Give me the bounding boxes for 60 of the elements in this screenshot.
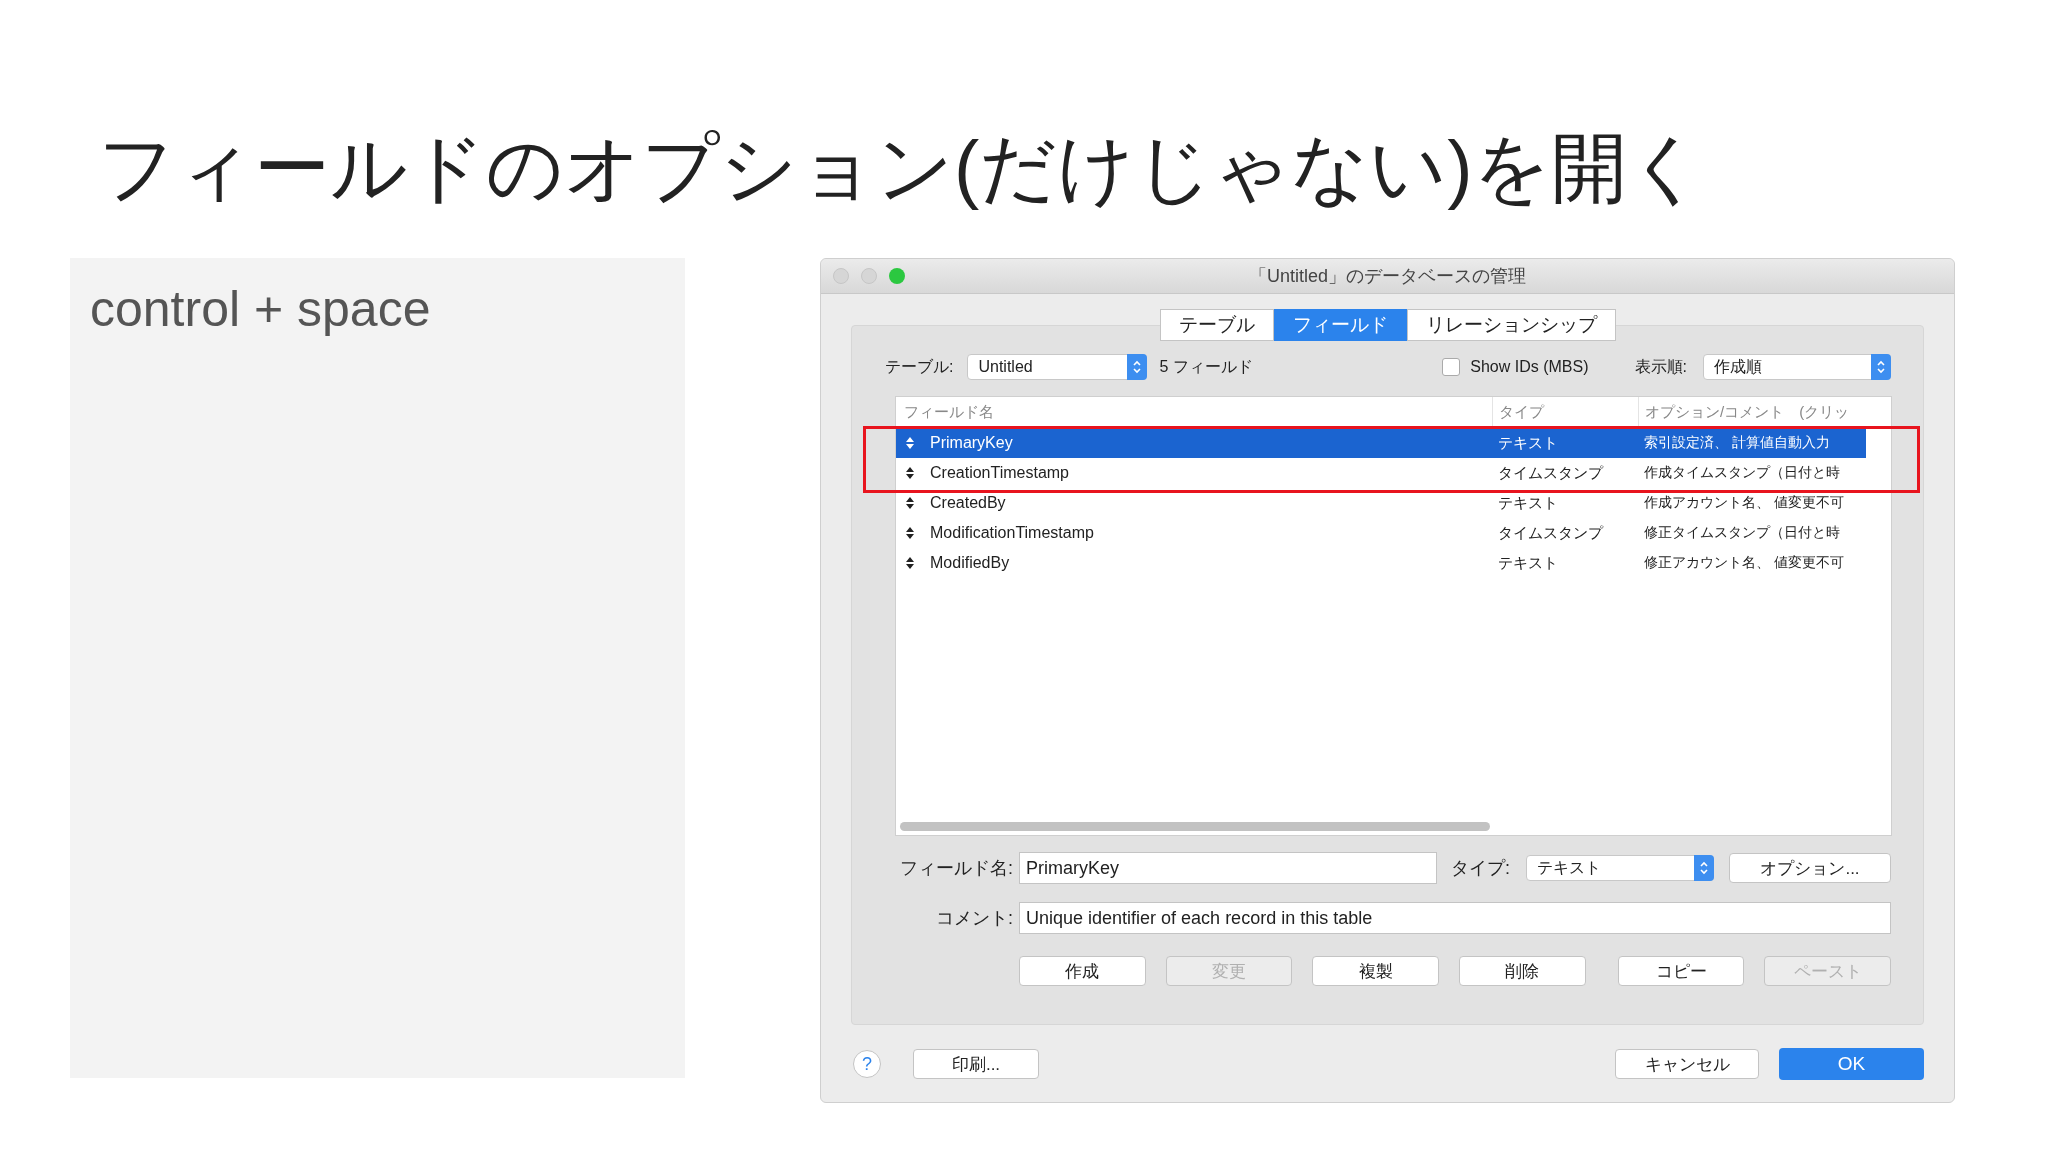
field-type: テキスト — [1497, 433, 1560, 453]
field-name-input[interactable]: PrimaryKey — [1019, 852, 1437, 884]
field-name: ModificationTimestamp — [930, 524, 1095, 542]
column-header[interactable]: オプション/コメント (クリッ — [1639, 397, 1867, 427]
field-options: 修正タイムスタンプ（日付と時 — [1638, 524, 1866, 542]
tab[interactable]: テーブル — [1159, 309, 1274, 341]
field-count: 5 フィールド — [1159, 356, 1253, 377]
comment-input[interactable]: Unique identifier of each record in this table — [1019, 902, 1891, 934]
table-label: テーブル: — [885, 356, 954, 377]
action-button[interactable]: 複製 — [1312, 956, 1439, 986]
field-options: 作成アカウント名、 値変更不可 — [1638, 494, 1866, 512]
field-type: タイムスタンプ — [1497, 463, 1605, 483]
scrollbar-thumb[interactable] — [900, 821, 1490, 831]
field-options: 索引設定済、 計算値自動入力 — [1638, 434, 1866, 452]
field-options: 修正アカウント名、 値変更不可 — [1638, 554, 1866, 572]
field-name: CreationTimestamp — [930, 464, 1070, 482]
type-select[interactable]: テキスト — [1526, 855, 1714, 881]
field-options: 作成タイムスタンプ（日付と時 — [1638, 464, 1866, 482]
type-label: タイプ: — [1451, 857, 1510, 880]
tab[interactable]: フィールド — [1273, 309, 1407, 341]
cancel-button[interactable]: キャンセル — [1615, 1049, 1759, 1079]
field-name: PrimaryKey — [930, 434, 1014, 452]
tab[interactable]: リレーションシップ — [1406, 309, 1616, 341]
drag-handle-icon[interactable] — [906, 467, 914, 479]
note-text: control + space — [90, 281, 431, 337]
drag-handle-icon[interactable] — [906, 497, 914, 509]
comment-label: コメント: — [935, 907, 1013, 930]
options-button[interactable]: オプション... — [1729, 853, 1891, 883]
field-name-label: フィールド名: — [899, 857, 1013, 880]
action-button[interactable]: コピー — [1617, 956, 1745, 986]
sort-select[interactable]: 作成順 — [1703, 354, 1891, 380]
field-row[interactable]: ModifiedBy テキスト 修正アカウント名、 値変更不可 — [896, 548, 1866, 578]
drag-handle-icon[interactable] — [906, 557, 914, 569]
stepper-icon — [1127, 354, 1148, 380]
print-button[interactable]: 印刷... — [913, 1049, 1039, 1079]
ok-button[interactable]: OK — [1779, 1048, 1924, 1080]
field-row[interactable]: CreationTimestamp タイムスタンプ 作成タイムスタンプ（日付と時 — [896, 458, 1866, 488]
checkbox-label: Show IDs (MBS) — [1470, 358, 1589, 376]
field-type: テキスト — [1497, 553, 1560, 573]
stepper-icon — [1694, 855, 1714, 881]
field-type: テキスト — [1497, 493, 1560, 513]
sort-label: 表示順: — [1634, 356, 1687, 377]
column-header[interactable]: タイプ — [1493, 397, 1639, 427]
drag-handle-icon[interactable] — [906, 437, 914, 449]
action-button[interactable]: 作成 — [1019, 956, 1146, 986]
field-row[interactable]: CreatedBy テキスト 作成アカウント名、 値変更不可 — [896, 488, 1866, 518]
slide-title: フィールドのオプション(だけじゃない)を開く — [97, 124, 1706, 212]
checkbox[interactable] — [1442, 358, 1461, 376]
action-button[interactable]: 削除 — [1459, 956, 1586, 986]
field-name: CreatedBy — [930, 494, 1007, 512]
drag-handle-icon[interactable] — [906, 527, 914, 539]
column-header[interactable]: フィールド名 — [896, 397, 1493, 427]
field-type: タイムスタンプ — [1497, 523, 1605, 543]
table-select[interactable]: Untitled — [967, 354, 1148, 380]
help-button[interactable]: ? — [853, 1050, 881, 1078]
stepper-icon — [1871, 354, 1891, 380]
window-title: 「Untitled」のデータベースの管理 — [1249, 265, 1526, 288]
field-row[interactable]: PrimaryKey テキスト 索引設定済、 計算値自動入力 — [896, 428, 1866, 458]
field-name: ModifiedBy — [930, 554, 1011, 572]
field-row[interactable]: ModificationTimestamp タイムスタンプ 修正タイムスタンプ（日付と時 — [896, 518, 1866, 548]
